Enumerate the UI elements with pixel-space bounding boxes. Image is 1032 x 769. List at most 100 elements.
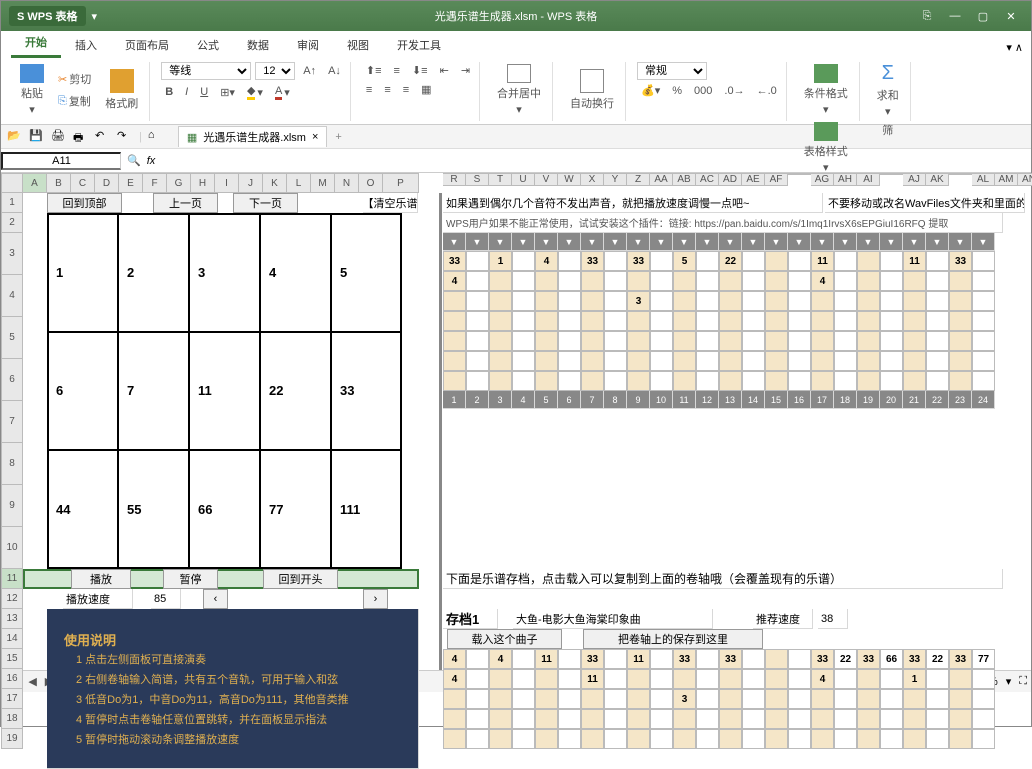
track-header[interactable]: ▼ [627,233,650,251]
track-cell[interactable] [903,291,926,311]
archive-cell[interactable] [581,729,604,749]
archive-cell[interactable]: 11 [535,649,558,669]
archive-cell[interactable] [650,729,673,749]
tab-review[interactable]: 审阅 [283,32,333,58]
archive-cell[interactable] [903,729,926,749]
archive-cell[interactable] [788,709,811,729]
track-cell[interactable] [512,371,535,391]
keypad-key[interactable]: 111 [331,450,402,569]
archive-cell[interactable] [788,649,811,669]
tab-formula[interactable]: 公式 [183,32,233,58]
paste-button[interactable]: 粘贴▾ [14,62,50,118]
archive-cell[interactable] [765,729,788,749]
track-cell[interactable] [926,271,949,291]
track-cell[interactable] [949,351,972,371]
track-cell[interactable] [949,271,972,291]
fx-icon[interactable]: fx [147,155,156,167]
save-icon[interactable]: 💾 [29,129,45,145]
track-cell[interactable] [719,291,742,311]
track-cell[interactable] [788,351,811,371]
track-cell[interactable] [512,271,535,291]
archive-cell[interactable] [673,729,696,749]
track-cell[interactable] [788,331,811,351]
archive-cell[interactable] [558,649,581,669]
track-cell[interactable] [535,291,558,311]
speed-value[interactable]: 85 [151,589,181,609]
align-top-button[interactable]: ⬆≡ [362,62,386,79]
archive-cell[interactable] [880,729,903,749]
archive-cell[interactable] [558,729,581,749]
fill-color-button[interactable]: ◆▾ [243,82,267,102]
archive-cell[interactable] [972,669,995,689]
archive-cell[interactable] [650,669,673,689]
track-cell[interactable] [880,371,903,391]
track-cell[interactable] [788,271,811,291]
track-cell[interactable] [949,331,972,351]
close-tab-icon[interactable]: × [312,131,318,143]
track-cell[interactable] [719,371,742,391]
archive-cell[interactable] [926,669,949,689]
align-mid-button[interactable]: ≡ [390,63,404,79]
track-cell[interactable] [719,351,742,371]
archive-cell[interactable]: 22 [834,649,857,669]
track-cell[interactable] [627,351,650,371]
comma-button[interactable]: 000 [690,83,716,99]
track-cell[interactable]: 33 [443,251,466,271]
archive-cell[interactable]: 33 [949,649,972,669]
archive-cell[interactable]: 4 [811,669,834,689]
archive-cell[interactable] [581,709,604,729]
row-headers[interactable]: 12345678910111213141516171819 [1,193,23,749]
track-cell[interactable]: 1 [489,251,512,271]
track-cell[interactable]: 33 [581,251,604,271]
archive-cell[interactable] [581,689,604,709]
track-cell[interactable] [788,291,811,311]
track-cell[interactable] [604,271,627,291]
track-cell[interactable] [857,271,880,291]
keypad-key[interactable]: 1 [47,213,118,332]
merge-split-button[interactable]: ▦ [417,81,435,98]
archive-cell[interactable] [972,689,995,709]
track-cell[interactable] [926,291,949,311]
track-cell[interactable] [926,351,949,371]
track-cell[interactable]: 5 [673,251,696,271]
align-center-button[interactable]: ≡ [380,82,394,98]
track-cell[interactable] [604,351,627,371]
track-cell[interactable] [903,351,926,371]
track-cell[interactable] [949,371,972,391]
track-cell[interactable] [765,331,788,351]
track-cell[interactable] [765,271,788,291]
archive-cell[interactable] [604,729,627,749]
archive-cell[interactable]: 4 [443,649,466,669]
track-cell[interactable]: 4 [535,251,558,271]
track-cell[interactable]: 22 [719,251,742,271]
archive-cell[interactable]: 33 [673,649,696,669]
undo-icon[interactable]: ↶ [95,129,111,145]
copy-button[interactable]: ⎘复制 [54,91,95,111]
archive-cell[interactable] [489,689,512,709]
track-cell[interactable]: 11 [811,251,834,271]
track-cell[interactable] [811,311,834,331]
track-cell[interactable] [627,311,650,331]
archive-cell[interactable]: 11 [627,649,650,669]
minimize-button[interactable]: — [943,6,967,26]
track-header[interactable]: ▼ [719,233,742,251]
tab-layout[interactable]: 页面布局 [111,32,183,58]
track-cell[interactable] [949,291,972,311]
archive-cell[interactable] [742,669,765,689]
track-header[interactable]: ▼ [604,233,627,251]
track-cell[interactable] [443,371,466,391]
track-cell[interactable] [512,351,535,371]
track-cell[interactable] [673,351,696,371]
track-cell[interactable] [558,251,581,271]
archive-cell[interactable] [604,709,627,729]
track-cell[interactable] [926,331,949,351]
track-cell[interactable] [834,271,857,291]
archive-cell[interactable] [972,709,995,729]
track-cell[interactable] [857,251,880,271]
track-cell[interactable] [650,331,673,351]
track-cell[interactable] [604,371,627,391]
underline-button[interactable]: U [196,84,212,100]
archive-cell[interactable]: 11 [581,669,604,689]
speed-inc-button[interactable]: › [363,589,388,609]
archive-cell[interactable] [811,709,834,729]
